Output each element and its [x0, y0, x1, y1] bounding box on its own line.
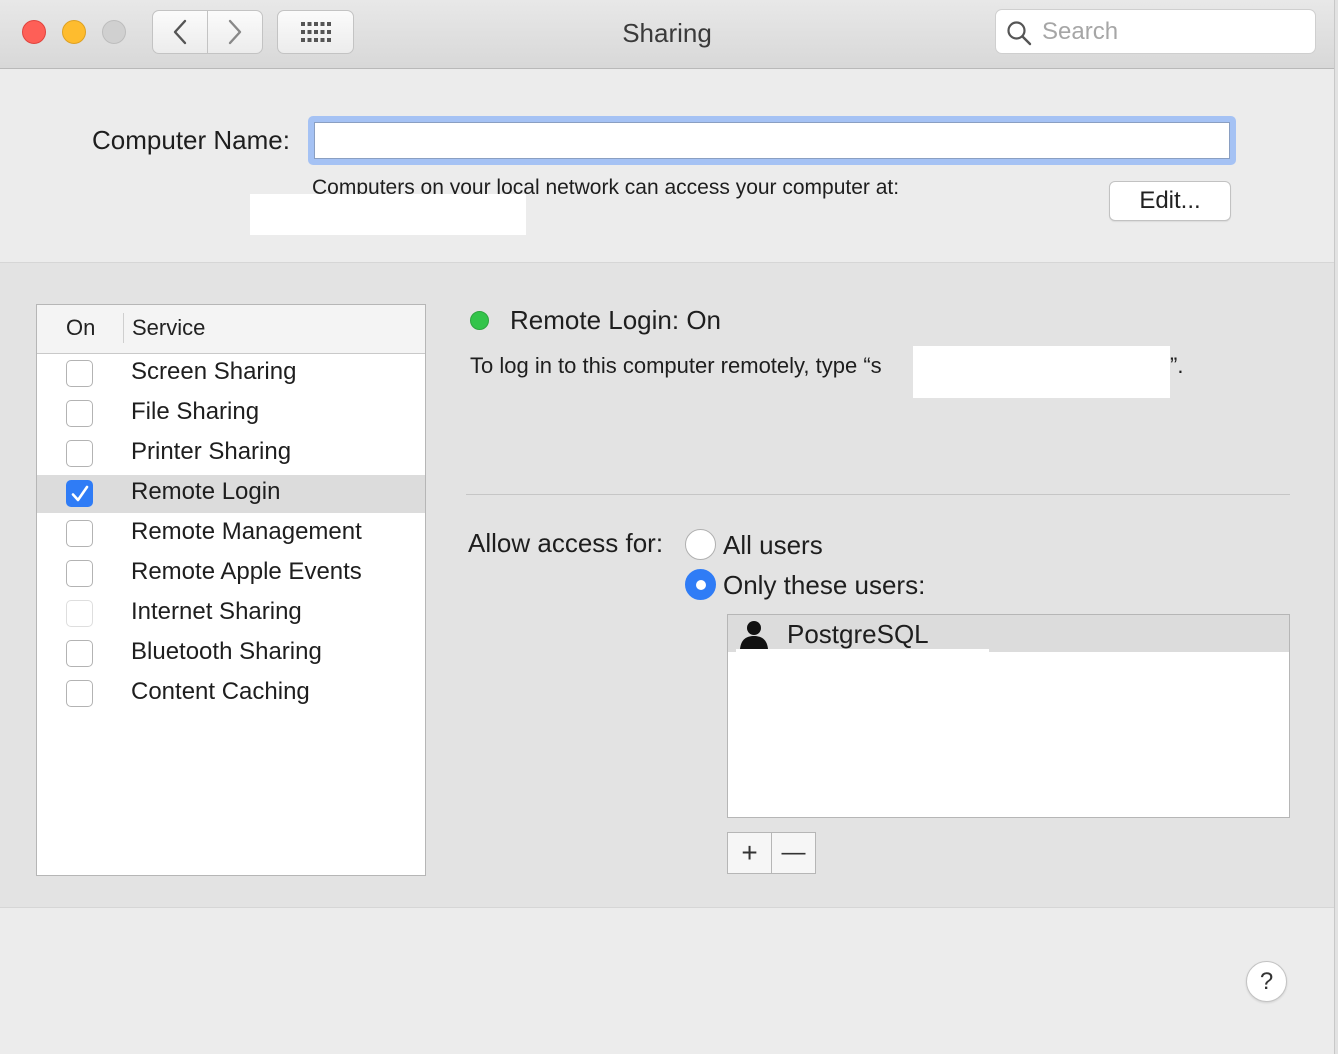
plus-icon: + — [741, 837, 758, 868]
help-button[interactable]: ? — [1246, 961, 1287, 1002]
services-table[interactable]: On Service Screen Sharing File Sharing P… — [36, 304, 426, 876]
service-row-bluetooth-sharing[interactable]: Bluetooth Sharing — [37, 635, 425, 673]
user-name: PostgreSQL — [787, 619, 929, 649]
redacted-area — [736, 649, 989, 659]
all-users-label[interactable]: All users — [723, 530, 823, 561]
service-label: Screen Sharing — [131, 358, 297, 385]
only-these-users-label[interactable]: Only these users: — [723, 570, 925, 601]
instructions-suffix: ”. — [1170, 353, 1184, 378]
service-label: Content Caching — [131, 678, 310, 705]
search-field[interactable] — [995, 9, 1316, 54]
checkmark-icon — [71, 485, 89, 502]
computer-name-input[interactable] — [314, 122, 1230, 159]
separator — [466, 494, 1290, 495]
computer-name-label: Computer Name: — [92, 125, 290, 155]
column-divider — [123, 313, 124, 343]
redacted-address — [250, 194, 526, 235]
title-bar: Sharing — [0, 0, 1334, 69]
service-row-file-sharing[interactable]: File Sharing — [37, 395, 425, 433]
service-label: Remote Apple Events — [131, 558, 362, 585]
service-row-screen-sharing[interactable]: Screen Sharing — [37, 355, 425, 393]
service-status: Remote Login: On — [510, 305, 722, 335]
allow-access-label: Allow access for: — [468, 528, 664, 558]
bluetooth-sharing-checkbox[interactable] — [66, 640, 93, 667]
screen-sharing-checkbox[interactable] — [66, 360, 93, 387]
status-indicator — [470, 311, 489, 330]
service-row-printer-sharing[interactable]: Printer Sharing — [37, 435, 425, 473]
edit-button[interactable]: Edit... — [1109, 181, 1231, 221]
table-header: On Service — [37, 305, 425, 354]
service-label: Bluetooth Sharing — [131, 638, 322, 665]
instructions-prefix: To log in to this computer remotely, typ… — [470, 353, 882, 378]
window-edge — [1334, 0, 1338, 1054]
user-icon — [740, 621, 768, 649]
only-these-users-radio[interactable] — [685, 569, 716, 600]
printer-sharing-checkbox[interactable] — [66, 440, 93, 467]
service-label: Internet Sharing — [131, 598, 302, 625]
remove-user-button[interactable]: — — [771, 832, 816, 874]
computer-name-section — [0, 69, 1334, 263]
service-row-content-caching[interactable]: Content Caching — [37, 675, 425, 713]
service-label: Remote Management — [131, 518, 362, 545]
add-user-button[interactable]: + — [727, 832, 772, 874]
column-header-on[interactable]: On — [66, 315, 95, 341]
search-icon — [1007, 21, 1032, 46]
service-row-remote-login[interactable]: Remote Login — [37, 475, 425, 513]
column-header-service[interactable]: Service — [132, 315, 205, 341]
content-caching-checkbox[interactable] — [66, 680, 93, 707]
remote-login-checkbox[interactable] — [66, 480, 93, 507]
remote-apple-events-checkbox[interactable] — [66, 560, 93, 587]
remote-management-checkbox[interactable] — [66, 520, 93, 547]
service-row-remote-management[interactable]: Remote Management — [37, 515, 425, 553]
all-users-radio[interactable] — [685, 529, 716, 560]
computer-name-field[interactable] — [308, 116, 1236, 165]
minus-icon: — — [781, 839, 806, 866]
service-label: Printer Sharing — [131, 438, 292, 465]
file-sharing-checkbox[interactable] — [66, 400, 93, 427]
service-row-remote-apple-events[interactable]: Remote Apple Events — [37, 555, 425, 593]
service-row-internet-sharing[interactable]: Internet Sharing — [37, 595, 425, 633]
internet-sharing-checkbox[interactable] — [66, 600, 93, 627]
allowed-users-list[interactable]: PostgreSQL — [727, 614, 1290, 818]
service-label: Remote Login — [131, 478, 281, 505]
redacted-login-command — [913, 346, 1170, 398]
search-input[interactable] — [1040, 16, 1304, 48]
service-label: File Sharing — [131, 398, 260, 425]
list-item[interactable]: PostgreSQL — [728, 615, 1289, 652]
